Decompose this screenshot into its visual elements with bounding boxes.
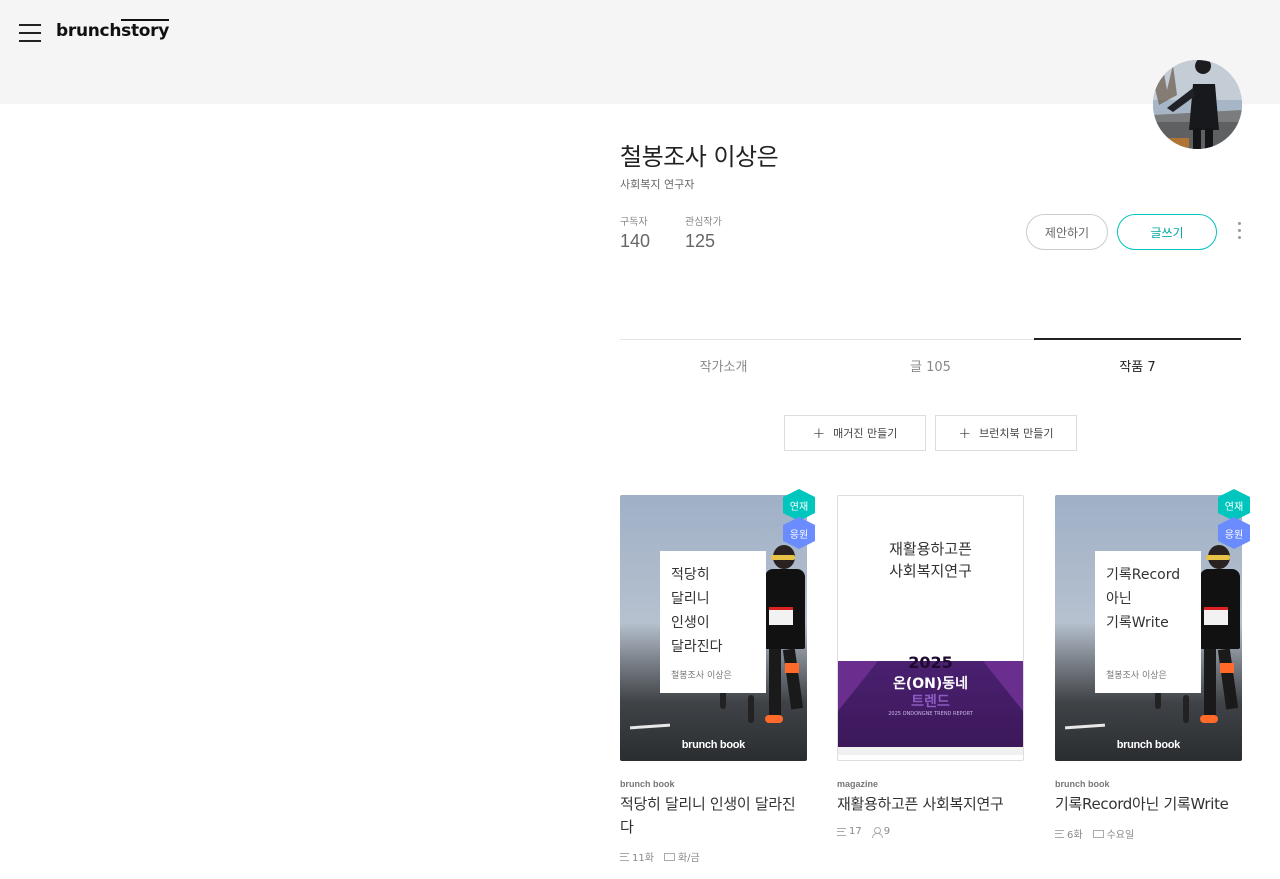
profile-header-band (0, 0, 1280, 104)
work-card[interactable]: 적당히 달리니 인생이 달라진다 철봉조사 이상은 brunch book 연재… (620, 489, 815, 864)
brunchbook-mark: brunch book (1116, 739, 1181, 751)
runner-figure (763, 545, 805, 725)
cover-author: 철봉조사 이상은 (1106, 671, 1167, 681)
calendar-icon (1092, 829, 1104, 838)
work-title[interactable]: 재활용하고픈 사회복지연구 (837, 793, 1024, 816)
list-icon (837, 827, 846, 836)
list-icon (620, 852, 629, 861)
tab-works[interactable]: 작품 7 (1034, 338, 1241, 387)
tab-author-intro[interactable]: 작가소개 (620, 340, 827, 387)
tab-posts[interactable]: 글 105 (827, 340, 1034, 387)
following-value: 125 (685, 231, 716, 251)
brunchstory-logo[interactable]: brunchstory (56, 19, 169, 41)
magazine-cover[interactable]: 재활용하고픈 사회복지연구 2025 온(ON)동네 트렌드 2025 ONDO… (837, 495, 1024, 761)
work-title[interactable]: 기록Record아닌 기록Write (1055, 793, 1242, 816)
background-runner (1183, 695, 1189, 723)
profile-avatar[interactable] (1153, 60, 1242, 149)
calendar-icon (663, 852, 675, 861)
magazine-cover-title: 재활용하고픈 사회복지연구 (889, 540, 972, 580)
following-label: 관심작가 (685, 217, 722, 228)
magazine-cover-image: 2025 온(ON)동네 트렌드 2025 ONDONGNE TREND REP… (838, 653, 1023, 755)
list-icon (1055, 829, 1064, 838)
user-icon (871, 827, 883, 838)
road-marking (629, 723, 671, 730)
subscriber-count[interactable]: 구독자 140 (620, 213, 650, 252)
subscriber-label: 구독자 (620, 217, 648, 228)
work-type: brunch book (1055, 779, 1110, 789)
plus-icon: + (812, 424, 826, 442)
runner-figure (1198, 545, 1240, 725)
work-meta: 6화 수요일 (1055, 826, 1242, 841)
brunchbook-mark: brunch book (681, 739, 746, 751)
work-meta: 11화 화/금 (620, 849, 807, 864)
work-card[interactable]: 기록Record 아닌 기록Write 철봉조사 이상은 brunch book… (1055, 489, 1250, 841)
write-button[interactable]: 글쓰기 (1117, 214, 1217, 250)
book-cover[interactable]: 기록Record 아닌 기록Write 철봉조사 이상은 brunch book (1055, 495, 1242, 761)
more-options-icon[interactable] (1236, 222, 1242, 242)
make-brunchbook-label: 브런치북 만들기 (979, 427, 1054, 440)
cover-title-box: 기록Record 아닌 기록Write 철봉조사 이상은 (1095, 551, 1201, 693)
plus-icon: + (958, 424, 972, 442)
hamburger-menu-icon[interactable] (19, 24, 41, 42)
work-title[interactable]: 적당히 달리니 인생이 달라진다 (620, 793, 807, 839)
book-cover[interactable]: 적당히 달리니 인생이 달라진다 철봉조사 이상은 brunch book (620, 495, 807, 761)
work-meta: 17 9 (837, 826, 1024, 838)
profile-tabs: 작가소개 글 105 작품 7 (620, 338, 1241, 387)
cover-author: 철봉조사 이상은 (671, 671, 732, 681)
make-magazine-label: 매거진 만들기 (833, 427, 898, 440)
work-card[interactable]: 재활용하고픈 사회복지연구 2025 온(ON)동네 트렌드 2025 ONDO… (837, 495, 1024, 838)
propose-button[interactable]: 제안하기 (1026, 214, 1108, 250)
make-brunchbook-button[interactable]: + 브런치북 만들기 (935, 415, 1077, 451)
work-type: brunch book (620, 779, 675, 789)
cover-title-box: 적당히 달리니 인생이 달라진다 철봉조사 이상은 (660, 551, 766, 693)
make-magazine-button[interactable]: + 매거진 만들기 (784, 415, 926, 451)
subscriber-value: 140 (620, 231, 651, 251)
author-description: 사회복지 연구자 (620, 178, 695, 191)
author-name: 철봉조사 이상은 (620, 143, 779, 171)
work-type: magazine (837, 779, 879, 789)
road-marking (1064, 723, 1106, 730)
background-runner (748, 695, 754, 723)
following-count[interactable]: 관심작가 125 (685, 213, 722, 252)
